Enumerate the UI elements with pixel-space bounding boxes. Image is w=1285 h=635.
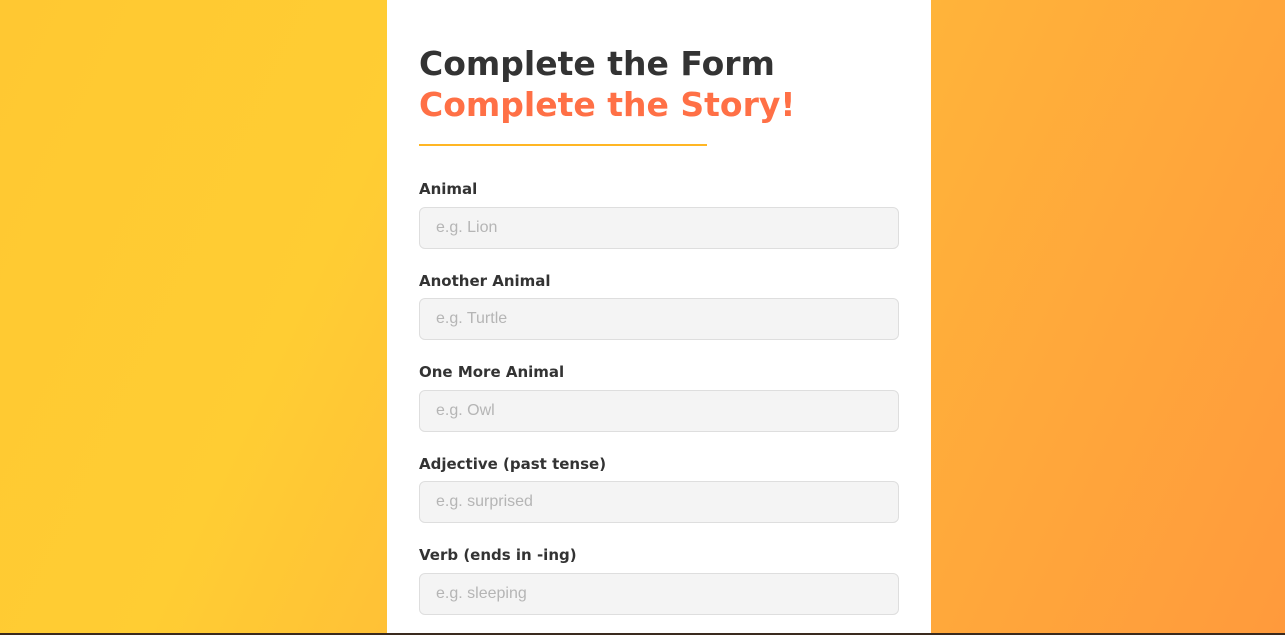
heading-divider xyxy=(419,144,707,146)
verb-input[interactable] xyxy=(419,573,899,615)
one-more-animal-label: One More Animal xyxy=(419,363,565,381)
another-animal-input[interactable] xyxy=(419,298,899,340)
adjective-input[interactable] xyxy=(419,481,899,523)
animal-input[interactable] xyxy=(419,207,899,249)
form-card: Complete the Form Complete the Story! An… xyxy=(387,0,931,633)
form-subheading: Complete the Story! xyxy=(419,85,796,124)
another-animal-label: Another Animal xyxy=(419,272,551,290)
form-heading: Complete the Form xyxy=(419,44,775,83)
one-more-animal-input[interactable] xyxy=(419,390,899,432)
verb-label: Verb (ends in -ing) xyxy=(419,546,577,564)
adjective-label: Adjective (past tense) xyxy=(419,455,607,473)
animal-label: Animal xyxy=(419,180,478,198)
